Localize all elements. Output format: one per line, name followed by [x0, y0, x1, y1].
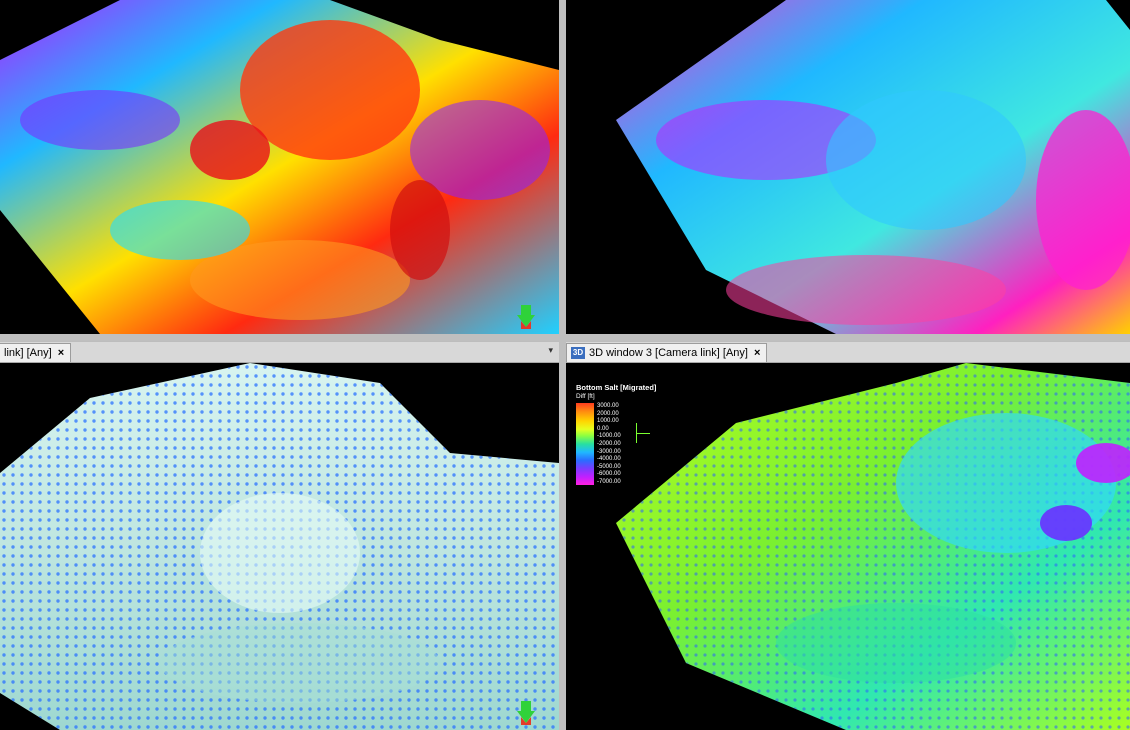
- horizontal-splitter[interactable]: [0, 334, 1130, 341]
- close-icon[interactable]: ×: [56, 347, 66, 359]
- tab-window-link[interactable]: link] [Any] ×: [0, 342, 72, 362]
- tabbar-bottom-right: 3D 3D window 3 [Camera link] [Any] ×: [566, 341, 1130, 363]
- tab-label: 3D window 3 [Camera link] [Any]: [589, 346, 748, 359]
- legend-tick: 1000.00: [597, 418, 619, 425]
- legend-tick: -3000.00: [597, 448, 621, 455]
- legend-tick: 0.00: [597, 425, 609, 432]
- navigation-arrow-icon[interactable]: [517, 701, 535, 725]
- legend-tick: 2000.00: [597, 410, 619, 417]
- close-icon[interactable]: ×: [752, 347, 762, 359]
- legend-title: Bottom Salt [Migrated]: [576, 383, 657, 392]
- legend-body: 3000.00 2000.00 1000.00 0.00 -1000.00 -2…: [576, 403, 656, 485]
- surface-render-top-left: [0, 0, 559, 334]
- tabbar-bottom-left: link] [Any] × ▾: [0, 341, 559, 363]
- surface-render-top-right: [616, 0, 1130, 334]
- navigation-arrow-icon[interactable]: [517, 305, 535, 329]
- legend-marker-line: [636, 423, 637, 443]
- 3d-window-icon: 3D: [571, 346, 585, 359]
- tab-label: link] [Any]: [4, 346, 52, 359]
- legend-unit: Diff [ft]: [576, 393, 595, 400]
- viewport-top-right[interactable]: [566, 0, 1130, 334]
- color-bar: [576, 403, 594, 485]
- legend-ticks: 3000.00 2000.00 1000.00 0.00 -1000.00 -2…: [597, 403, 621, 485]
- legend-tick: -4000.00: [597, 456, 621, 463]
- legend-tick: -6000.00: [597, 471, 621, 478]
- viewport-top-left[interactable]: [0, 0, 559, 334]
- legend-tick: -7000.00: [597, 478, 621, 485]
- legend-tick: -1000.00: [597, 433, 621, 440]
- tab-3d-window-3[interactable]: 3D 3D window 3 [Camera link] [Any] ×: [566, 342, 768, 362]
- legend-tick: -5000.00: [597, 463, 621, 470]
- legend-tick: -2000.00: [597, 440, 621, 447]
- chevron-down-icon[interactable]: ▾: [548, 345, 553, 356]
- vertical-splitter[interactable]: [559, 0, 566, 730]
- viewport-bottom-left[interactable]: [0, 363, 559, 730]
- legend-tick: 3000.00: [597, 403, 619, 409]
- color-legend: Bottom Salt [Migrated] Diff [ft] 3000.00…: [576, 383, 656, 485]
- surface-render-bottom-left: [0, 363, 559, 730]
- legend-marker: [636, 433, 650, 434]
